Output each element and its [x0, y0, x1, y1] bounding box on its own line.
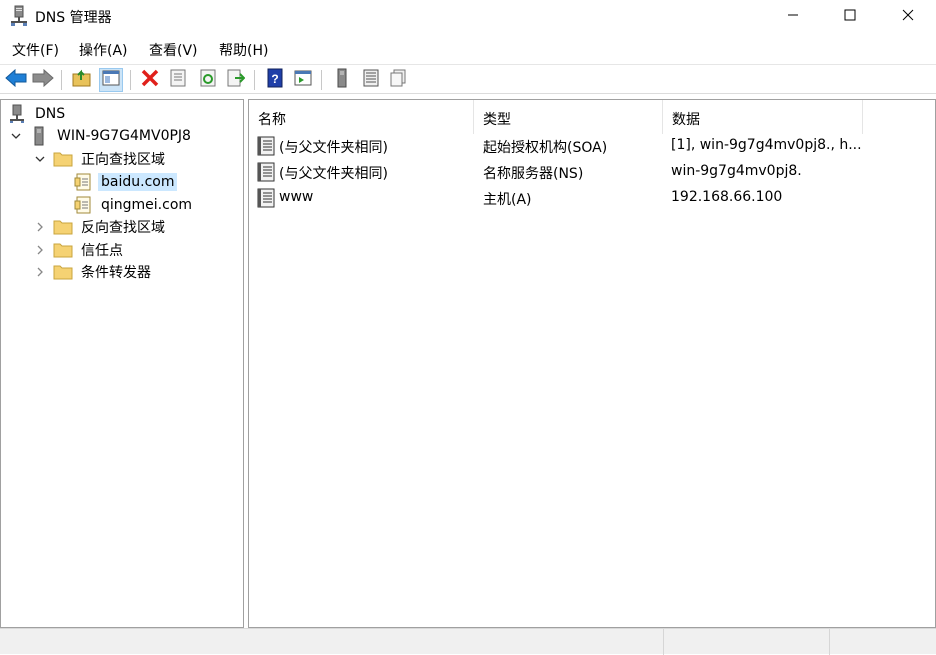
chevron-right-icon[interactable]: [33, 243, 47, 257]
status-segment: [829, 629, 936, 655]
tree-node-conditional-forwarders[interactable]: 条件转发器: [33, 261, 154, 283]
record-type: 起始授权机构(SOA): [483, 140, 608, 156]
record-type: 主机(A): [483, 192, 532, 208]
table-row[interactable]: www 主机(A) 192.168.66.100: [249, 185, 935, 211]
tree-label: qingmei.com: [101, 197, 193, 213]
toolbar-separator: [321, 70, 322, 90]
tree-node-trust-points[interactable]: 信任点: [33, 239, 126, 261]
show-hide-tree-button[interactable]: [99, 68, 123, 92]
server-icon: [29, 126, 49, 146]
dns-record-icon: [256, 162, 276, 182]
tree-node-server[interactable]: WIN-9G7G4MV0PJ8: [9, 125, 194, 147]
zone-list-button[interactable]: [359, 68, 383, 92]
menu-bar: 文件(F) 操作(A) 查看(V) 帮助(H): [0, 36, 936, 62]
menu-action[interactable]: 操作(A): [79, 40, 128, 60]
refresh-button[interactable]: [196, 68, 220, 92]
tree-label: 反向查找区域: [81, 220, 165, 236]
chevron-down-icon[interactable]: [33, 152, 47, 166]
status-segment: [663, 629, 829, 655]
back-arrow-icon: [5, 68, 27, 91]
title-bar: DNS 管理器: [0, 0, 936, 33]
status-bar: [0, 628, 936, 655]
export-list-icon: [227, 69, 246, 91]
properties-icon: [169, 69, 187, 91]
help-button[interactable]: ?: [263, 68, 287, 92]
folder-icon: [53, 149, 73, 169]
maximize-button[interactable]: [827, 0, 873, 33]
forward-arrow-icon: [32, 68, 54, 91]
toolbar-separator: [130, 70, 131, 90]
menu-view[interactable]: 查看(V): [149, 40, 198, 60]
window-title: DNS 管理器: [35, 10, 112, 26]
tree-node-dns-root[interactable]: DNS: [7, 103, 68, 125]
table-row[interactable]: (与父文件夹相同) 名称服务器(NS) win-9g7g4mv0pj8.: [249, 159, 935, 185]
record-list: 名称 类型 数据 (与父文件夹相同) 起始授权机构(SOA) [1], win-…: [248, 99, 936, 628]
tree-label: 条件转发器: [81, 265, 151, 281]
record-name: (与父文件夹相同): [279, 140, 388, 156]
folder-icon: [53, 262, 73, 282]
back-button[interactable]: [4, 68, 28, 92]
record-data: win-9g7g4mv0pj8.: [671, 163, 802, 179]
chevron-right-icon[interactable]: [33, 220, 47, 234]
refresh-icon: [199, 69, 217, 91]
action-pane-icon: [294, 70, 312, 90]
menu-file[interactable]: 文件(F): [12, 40, 59, 60]
chevron-right-icon[interactable]: [33, 265, 47, 279]
tree-label: 信任点: [81, 243, 123, 259]
toolbar-separator: [254, 70, 255, 90]
delete-button[interactable]: [138, 68, 162, 92]
record-type: 名称服务器(NS): [483, 166, 584, 182]
chevron-down-icon[interactable]: [9, 129, 23, 143]
minimize-icon: [787, 9, 799, 25]
record-name: www: [279, 189, 314, 205]
tree-node-zone-qingmei[interactable]: qingmei.com: [73, 194, 195, 216]
column-header-type[interactable]: 类型: [474, 100, 663, 134]
tree-label: DNS: [35, 106, 66, 122]
zone-file-icon: [73, 195, 93, 215]
record-data: 192.168.66.100: [671, 189, 783, 205]
column-header-name[interactable]: 名称: [249, 100, 474, 134]
server-icon: [336, 68, 348, 92]
close-button[interactable]: [885, 0, 931, 33]
zone-list-icon: [362, 69, 380, 91]
folder-icon: [53, 240, 73, 260]
minimize-button[interactable]: [770, 0, 816, 33]
record-copy-button[interactable]: [386, 68, 410, 92]
dns-root-icon: [7, 104, 27, 124]
table-row[interactable]: (与父文件夹相同) 起始授权机构(SOA) [1], win-9g7g4mv0p…: [249, 133, 935, 159]
up-folder-icon: [72, 69, 92, 91]
delete-icon: [141, 69, 159, 91]
zone-file-icon: [73, 172, 93, 192]
toolbar: ?: [0, 64, 936, 94]
tree-node-reverse-zones[interactable]: 反向查找区域: [33, 216, 168, 238]
console-tree: DNS WIN-9G7G4MV0PJ8 正向查找区域 baidu.com qin…: [0, 99, 244, 628]
properties-button[interactable]: [166, 68, 190, 92]
record-data: [1], win-9g7g4mv0pj8., h...: [671, 137, 861, 153]
column-header-data[interactable]: 数据: [663, 100, 863, 134]
forward-button[interactable]: [31, 68, 55, 92]
toolbar-separator: [61, 70, 62, 90]
tree-node-forward-zones[interactable]: 正向查找区域: [33, 148, 168, 170]
help-icon: ?: [266, 68, 284, 92]
menu-help[interactable]: 帮助(H): [219, 40, 268, 60]
tree-label: WIN-9G7G4MV0PJ8: [57, 128, 191, 144]
dns-record-icon: [256, 188, 276, 208]
close-icon: [902, 9, 914, 25]
dns-record-icon: [256, 136, 276, 156]
tree-label: 正向查找区域: [81, 152, 165, 168]
record-name: (与父文件夹相同): [279, 166, 388, 182]
show-hide-tree-icon: [102, 70, 120, 90]
server-button[interactable]: [330, 68, 354, 92]
tree-label: baidu.com: [98, 173, 178, 191]
tree-node-zone-baidu[interactable]: baidu.com: [73, 171, 178, 193]
dns-server-icon: [10, 5, 28, 27]
svg-text:?: ?: [271, 72, 278, 86]
folder-icon: [53, 217, 73, 237]
record-copy-icon: [389, 69, 407, 91]
maximize-icon: [844, 9, 856, 25]
export-list-button[interactable]: [224, 68, 248, 92]
up-folder-button[interactable]: [70, 68, 94, 92]
action-pane-button[interactable]: [291, 68, 315, 92]
